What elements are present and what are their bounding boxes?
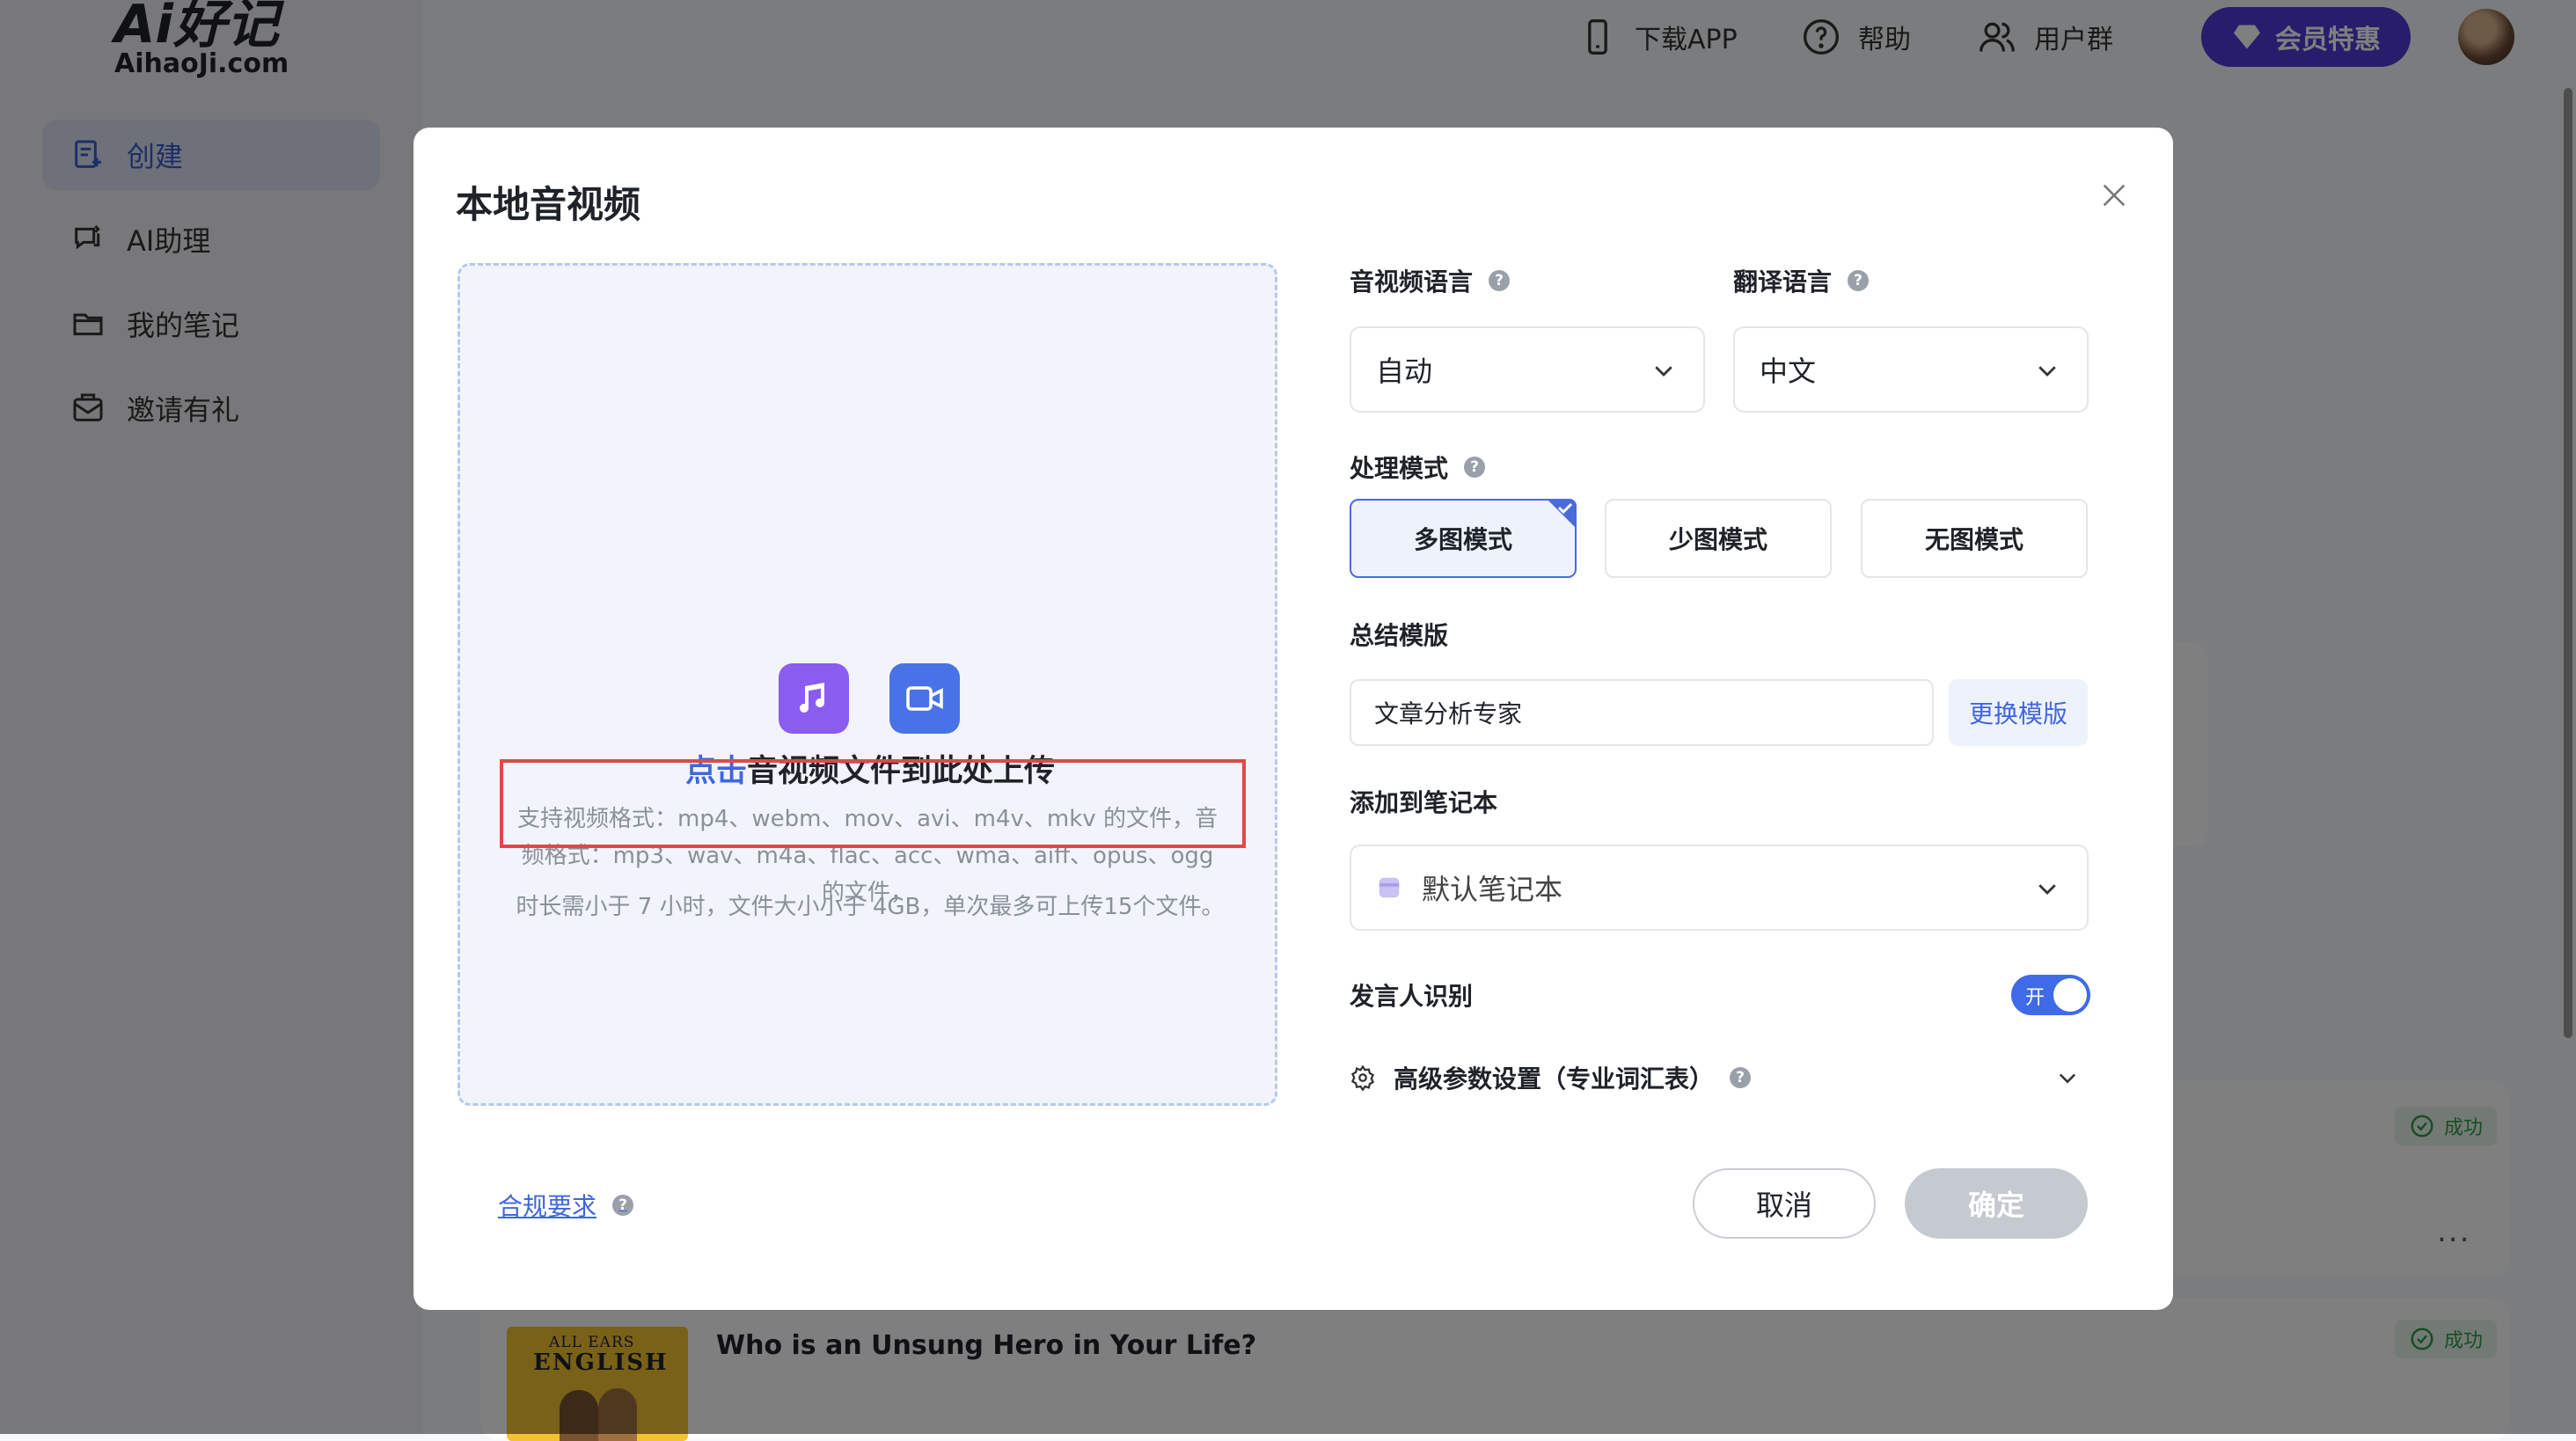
translate-language-select[interactable]: 中文 (1733, 326, 2089, 413)
chevron-down-icon (2038, 366, 2056, 377)
annotation-highlight-box (500, 759, 1246, 848)
audio-language-select[interactable]: 自动 (1350, 326, 1705, 413)
summary-template-value: 文章分析专家 (1374, 699, 1523, 728)
help-icon[interactable]: ? (1464, 457, 1486, 478)
speaker-recognition-label: 发言人识别 (1350, 977, 1473, 1013)
toggle-knob (2053, 978, 2087, 1012)
dialog-title: 本地音视频 (456, 183, 641, 226)
mode-option-label: 少图模式 (1668, 525, 1767, 554)
summary-template-label-text: 总结模版 (1350, 621, 1449, 650)
mode-option-label: 多图模式 (1413, 525, 1512, 554)
mode-option-few-image[interactable]: 少图模式 (1605, 499, 1832, 578)
gear-icon (1350, 1064, 1375, 1091)
process-mode-label: 处理模式 ? (1350, 450, 1486, 485)
cancel-button[interactable]: 取消 (1693, 1168, 1876, 1239)
audio-language-label: 音视频语言 ? (1350, 263, 1511, 298)
help-icon[interactable]: ? (1730, 1067, 1752, 1088)
summary-template-field[interactable]: 文章分析专家 (1350, 679, 1934, 746)
notebook-select[interactable]: 默认笔记本 (1350, 845, 2089, 931)
help-icon[interactable]: ? (1848, 270, 1870, 291)
process-mode-label-text: 处理模式 (1350, 454, 1449, 483)
close-icon[interactable] (2099, 180, 2129, 210)
upload-dropzone[interactable]: 点击音视频文件到此处上传 支持视频格式：mp4、webm、mov、avi、m4v… (457, 263, 1277, 1106)
compliance-link-text[interactable]: 合规要求 (498, 1188, 596, 1223)
advanced-settings-row[interactable]: 高级参数设置（专业词汇表） ? (1350, 1058, 2089, 1097)
help-icon[interactable]: ? (612, 1195, 634, 1216)
confirm-button[interactable]: 确定 (1905, 1168, 2088, 1239)
mode-option-no-image[interactable]: 无图模式 (1861, 499, 2088, 578)
compliance-link[interactable]: 合规要求 ? (498, 1188, 634, 1223)
upload-media-dialog: 本地音视频 点击音视频文件到此处上传 支持视频格式：mp4、webm、mov、a… (413, 128, 2173, 1310)
chevron-down-icon (2038, 884, 2056, 895)
help-icon[interactable]: ? (1489, 270, 1511, 291)
notebook-icon (1379, 877, 1400, 898)
translate-language-value: 中文 (1760, 355, 1817, 388)
audio-file-icon (779, 663, 849, 734)
advanced-settings-label: 高级参数设置（专业词汇表） (1394, 1064, 1715, 1094)
audio-language-value: 自动 (1376, 355, 1433, 388)
chevron-down-icon (2059, 1073, 2076, 1084)
toggle-on-label: 开 (2025, 987, 2045, 1009)
translate-language-label-text: 翻译语言 (1733, 267, 1833, 296)
notebook-label: 添加到笔记本 (1350, 784, 1497, 819)
notebook-label-text: 添加到笔记本 (1350, 788, 1498, 817)
chevron-down-icon (1655, 366, 1672, 377)
mode-option-multi-image[interactable]: 多图模式 (1350, 499, 1577, 578)
selected-check-icon (1547, 499, 1577, 529)
speaker-recognition-toggle[interactable]: 开 (2011, 975, 2090, 1015)
upload-limits-text: 时长需小于 7 小时，文件大小小于 4GB，单次最多可上传15个文件。 (516, 894, 1225, 920)
translate-language-label: 翻译语言 ? (1733, 263, 1870, 298)
video-file-icon (889, 663, 960, 734)
audio-language-label-text: 音视频语言 (1350, 267, 1474, 296)
change-template-button[interactable]: 更换模版 (1949, 679, 2088, 746)
speaker-recognition-label-text: 发言人识别 (1350, 982, 1474, 1011)
mode-option-label: 无图模式 (1924, 525, 2023, 554)
summary-template-label: 总结模版 (1350, 617, 1448, 652)
notebook-value: 默认笔记本 (1422, 873, 1563, 906)
